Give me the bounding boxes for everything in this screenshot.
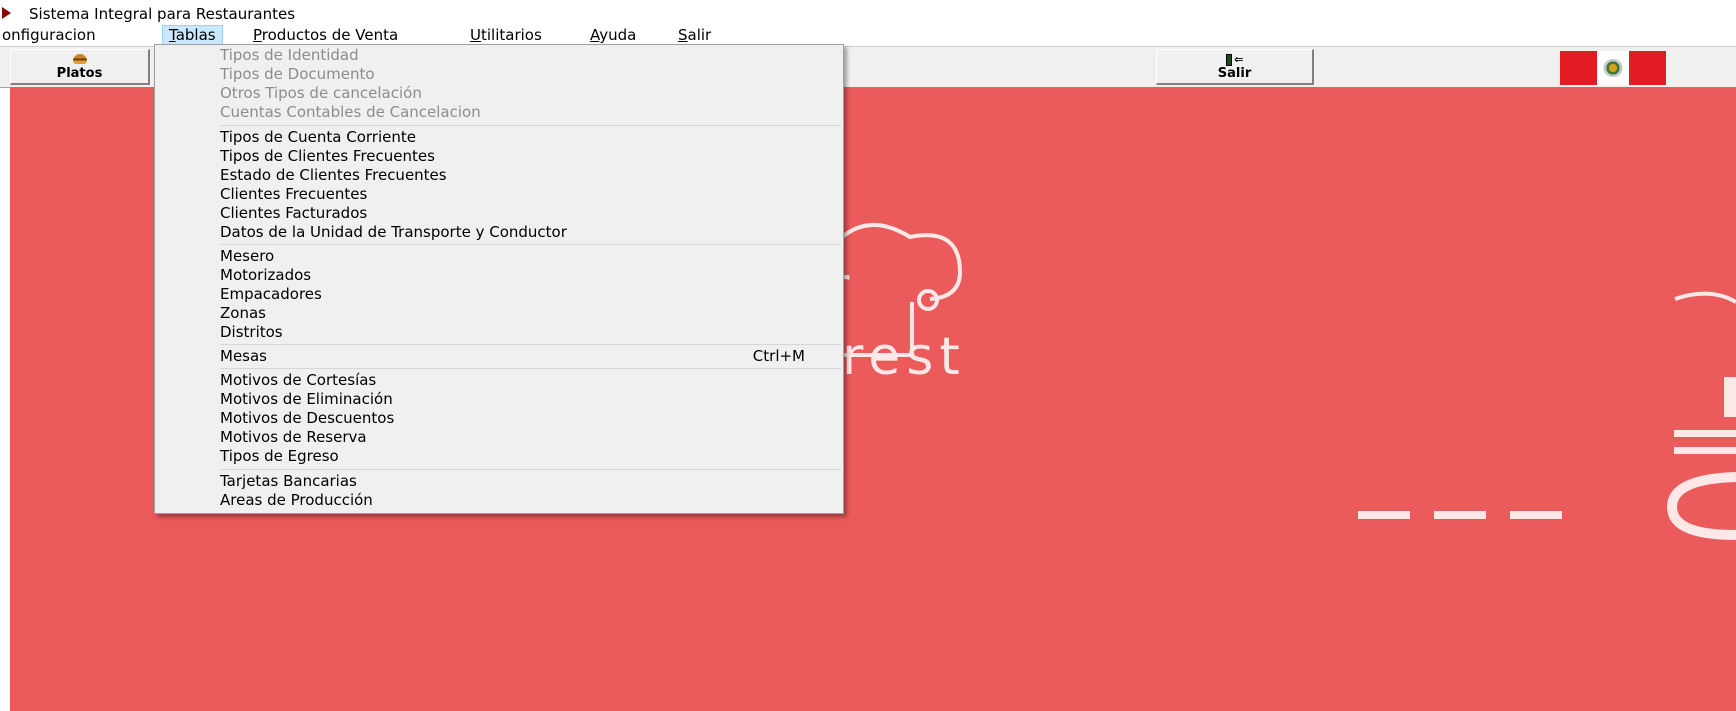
menu-item-mesero[interactable]: Mesero	[220, 247, 843, 266]
menu-productos-de-venta[interactable]: Productos de Venta	[247, 26, 404, 45]
menu-item-tipos-de-cuenta-corriente[interactable]: Tipos de Cuenta Corriente	[220, 128, 843, 147]
salir-button-label: Salir	[1217, 66, 1252, 81]
menu-separator	[220, 368, 841, 369]
menu-item-zonas[interactable]: Zonas	[220, 304, 843, 323]
title-bar: Sistema Integral para Restaurantes	[0, 0, 1736, 24]
menu-separator	[220, 469, 841, 470]
menu-separator	[220, 244, 841, 245]
menu-salir[interactable]: Salir	[672, 26, 717, 45]
menu-tablas-label: ablas	[175, 26, 216, 44]
menu-tablas[interactable]: Tablas	[162, 25, 223, 46]
menu-separator	[220, 344, 841, 345]
burger-icon	[72, 54, 87, 64]
menu-item-empacadores[interactable]: Empacadores	[220, 285, 843, 304]
menu-utilitarios[interactable]: Utilitarios	[464, 26, 548, 45]
exit-door-icon: ⇐	[1225, 54, 1244, 66]
menu-item-mesas[interactable]: Mesas Ctrl+M	[220, 347, 843, 366]
menu-item-motivos-de-cortesias[interactable]: Motivos de Cortesías	[220, 371, 843, 390]
menu-item-tipos-de-clientes-frecuentes[interactable]: Tipos de Clientes Frecuentes	[220, 147, 843, 166]
menu-item-areas-de-produccion[interactable]: Areas de Producción	[220, 491, 843, 510]
menu-salir-label: alir	[687, 26, 712, 44]
menu-item-distritos[interactable]: Distritos	[220, 323, 843, 342]
menu-ayuda-accel: A	[590, 26, 600, 44]
menu-item-motivos-de-descuentos[interactable]: Motivos de Descuentos	[220, 409, 843, 428]
menu-productos-accel: P	[253, 26, 262, 44]
tablas-dropdown-menu: Tipos de Identidad Tipos de Documento Ot…	[154, 44, 844, 514]
menu-item-tarjetas-bancarias[interactable]: Tarjetas Bancarias	[220, 472, 843, 491]
menu-item-motorizados[interactable]: Motorizados	[220, 266, 843, 285]
logo-text-fragment-2: rest	[842, 327, 966, 387]
menu-item-tipos-de-documento[interactable]: Tipos de Documento	[220, 65, 843, 84]
menu-item-tipos-de-identidad[interactable]: Tipos de Identidad	[220, 46, 843, 65]
peru-flag-icon	[1560, 51, 1666, 85]
menu-tablas-accel: T	[169, 26, 176, 44]
menu-item-motivos-de-eliminacion[interactable]: Motivos de Eliminación	[220, 390, 843, 409]
menu-utilitarios-accel: U	[470, 26, 481, 44]
menu-item-motivos-de-reserva[interactable]: Motivos de Reserva	[220, 428, 843, 447]
platos-button-label: Platos	[56, 66, 103, 81]
window-title: Sistema Integral para Restaurantes	[29, 5, 296, 23]
menu-item-otros-tipos-de-cancelacion[interactable]: Otros Tipos de cancelación	[220, 84, 843, 103]
menu-configuracion[interactable]: onfiguracion	[0, 26, 102, 45]
menu-productos-label: roductos de Venta	[261, 26, 399, 44]
platos-button[interactable]: Platos	[10, 49, 150, 85]
menu-configuracion-label: onfiguracion	[2, 26, 96, 44]
menu-ayuda-label: yuda	[599, 26, 637, 44]
menu-item-estado-de-clientes-frecuentes[interactable]: Estado de Clientes Frecuentes	[220, 166, 843, 185]
menu-item-clientes-frecuentes[interactable]: Clientes Frecuentes	[220, 185, 843, 204]
menu-item-mesas-label: Mesas	[220, 347, 267, 365]
app-icon	[2, 7, 11, 19]
menu-item-datos-unidad-transporte[interactable]: Datos de la Unidad de Transporte y Condu…	[220, 223, 843, 242]
salir-button[interactable]: ⇐ Salir	[1156, 49, 1314, 85]
menu-salir-accel: S	[678, 26, 688, 44]
menu-bar: onfiguracion Tablas Productos de Venta U…	[0, 24, 1736, 46]
menu-separator	[220, 125, 841, 126]
menu-item-cuentas-contables-de-cancelacion[interactable]: Cuentas Contables de Cancelacion	[220, 103, 843, 122]
menu-utilitarios-label: tilitarios	[480, 26, 542, 44]
menu-item-tipos-de-egreso[interactable]: Tipos de Egreso	[220, 447, 843, 466]
menu-item-clientes-facturados[interactable]: Clientes Facturados	[220, 204, 843, 223]
menu-ayuda[interactable]: Ayuda	[584, 26, 642, 45]
menu-item-mesas-shortcut: Ctrl+M	[752, 347, 805, 365]
